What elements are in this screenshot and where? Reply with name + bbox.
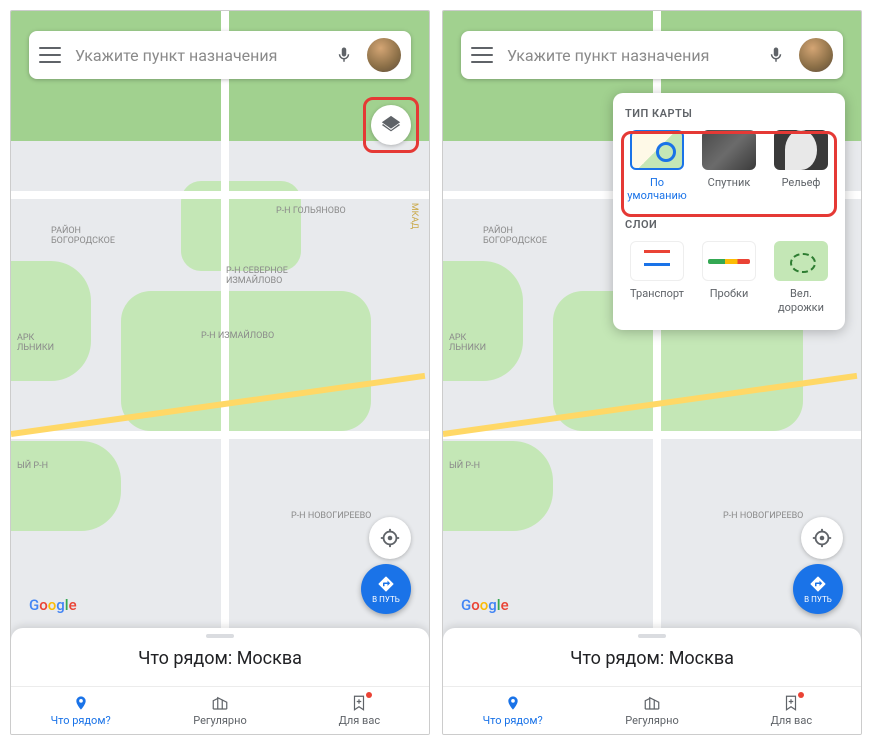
layer-bike[interactable]: Вел.дорожки — [769, 241, 833, 313]
nav-label: Что рядом? — [483, 714, 543, 727]
map-label: РАЙОНБОГОРОДСКОЕ — [483, 226, 547, 246]
layer-traffic-thumb — [702, 241, 756, 281]
buildings-icon — [210, 694, 230, 712]
maptype-terrain-thumb — [774, 130, 828, 170]
maptype-satellite[interactable]: Спутник — [697, 130, 761, 202]
layer-label: Транспорт — [630, 287, 684, 300]
maptype-satellite-thumb — [702, 130, 756, 170]
notification-dot — [798, 692, 804, 698]
directions-icon — [809, 575, 827, 593]
layer-bike-thumb — [774, 241, 828, 281]
layer-traffic[interactable]: Пробки — [697, 241, 761, 313]
map-label: ЫЙ Р-Н — [17, 461, 48, 471]
layer-transit-thumb — [630, 241, 684, 281]
mic-icon[interactable] — [335, 44, 353, 66]
google-logo: Google — [29, 596, 77, 614]
map-label: Р-Н НОВОГИРЕЕВО — [723, 511, 803, 521]
mic-icon[interactable] — [767, 44, 785, 66]
maptype-default[interactable]: Поумолчанию — [625, 130, 689, 202]
nav-explore[interactable]: Что рядом? — [11, 687, 150, 734]
maptype-label: Рельеф — [782, 176, 821, 189]
screenshot-right: РАЙОНБОГОРОДСКОЕ Р-Н НОВОГИРЕЕВО ЫЙ Р-Н … — [442, 10, 862, 735]
bottom-nav: Что рядом? Регулярно Для вас — [443, 686, 861, 734]
layers-heading: СЛОИ — [625, 218, 833, 231]
my-location-button[interactable] — [369, 517, 411, 559]
screenshot-left: РАЙОНБОГОРОДСКОЕ Р-Н ГОЛЬЯНОВО Р-Н СЕВЕР… — [10, 10, 430, 735]
search-input[interactable]: Укажите пункт назначения — [507, 46, 753, 65]
target-icon — [379, 527, 401, 549]
nav-foryou[interactable]: Для вас — [290, 687, 429, 734]
go-label: В ПУТЬ — [804, 595, 832, 604]
google-logo: Google — [461, 596, 509, 614]
map-canvas[interactable]: РАЙОНБОГОРОДСКОЕ Р-Н ГОЛЬЯНОВО Р-Н СЕВЕР… — [11, 11, 429, 734]
pin-icon — [505, 694, 521, 712]
search-input[interactable]: Укажите пункт назначения — [75, 46, 321, 65]
sheet-handle[interactable] — [206, 634, 234, 638]
notification-dot — [366, 692, 372, 698]
layers-icon — [380, 114, 402, 136]
directions-button[interactable]: В ПУТЬ — [793, 564, 843, 614]
nav-commute[interactable]: Регулярно — [150, 687, 289, 734]
buildings-icon — [642, 694, 662, 712]
map-label: ЫЙ Р-Н — [449, 461, 480, 471]
map-label: Р-Н СЕВЕРНОЕИЗМАЙЛОВО — [226, 266, 288, 286]
maptype-default-thumb — [630, 130, 684, 170]
sheet-title: Что рядом: Москва — [138, 648, 302, 669]
map-label-mkad: МКАД — [409, 203, 419, 229]
maptype-label: Спутник — [708, 176, 751, 189]
my-location-button[interactable] — [801, 517, 843, 559]
map-label: Р-Н НОВОГИРЕЕВО — [291, 511, 371, 521]
bottom-nav: Что рядом? Регулярно Для вас — [11, 686, 429, 734]
nav-explore[interactable]: Что рядом? — [443, 687, 582, 734]
nav-label: Для вас — [339, 714, 381, 727]
map-label: Р-Н ГОЛЬЯНОВО — [276, 206, 346, 216]
layer-transit[interactable]: Транспорт — [625, 241, 689, 313]
nav-label: Что рядом? — [51, 714, 111, 727]
go-label: В ПУТЬ — [372, 595, 400, 604]
directions-icon — [377, 575, 395, 593]
explore-sheet[interactable]: Что рядом: Москва — [443, 628, 861, 686]
sheet-title: Что рядом: Москва — [570, 648, 734, 669]
nav-foryou[interactable]: Для вас — [722, 687, 861, 734]
layer-label: Вел.дорожки — [778, 287, 824, 313]
map-label: АРКЛЬНИКИ — [17, 333, 54, 353]
menu-icon[interactable] — [471, 47, 493, 63]
nav-commute[interactable]: Регулярно — [582, 687, 721, 734]
maptype-label: Поумолчанию — [627, 176, 687, 202]
nav-label: Для вас — [771, 714, 813, 727]
maptype-terrain[interactable]: Рельеф — [769, 130, 833, 202]
target-icon — [811, 527, 833, 549]
search-bar[interactable]: Укажите пункт назначения — [461, 31, 843, 79]
directions-button[interactable]: В ПУТЬ — [361, 564, 411, 614]
sheet-handle[interactable] — [638, 634, 666, 638]
avatar[interactable] — [799, 38, 833, 72]
map-label: РАЙОНБОГОРОДСКОЕ — [51, 226, 115, 246]
nav-label: Регулярно — [193, 714, 247, 727]
explore-sheet[interactable]: Что рядом: Москва — [11, 628, 429, 686]
map-label: Р-Н ИЗМАЙЛОВО — [201, 331, 274, 341]
layer-label: Пробки — [710, 287, 749, 300]
avatar[interactable] — [367, 38, 401, 72]
layers-button[interactable] — [371, 105, 411, 145]
layers-panel: ТИП КАРТЫ Поумолчанию Спутник Рельеф СЛО… — [613, 93, 845, 330]
pin-icon — [73, 694, 89, 712]
map-label: АРКЛЬНИКИ — [449, 333, 486, 353]
menu-icon[interactable] — [39, 47, 61, 63]
search-bar[interactable]: Укажите пункт назначения — [29, 31, 411, 79]
maptype-heading: ТИП КАРТЫ — [625, 107, 833, 120]
nav-label: Регулярно — [625, 714, 679, 727]
